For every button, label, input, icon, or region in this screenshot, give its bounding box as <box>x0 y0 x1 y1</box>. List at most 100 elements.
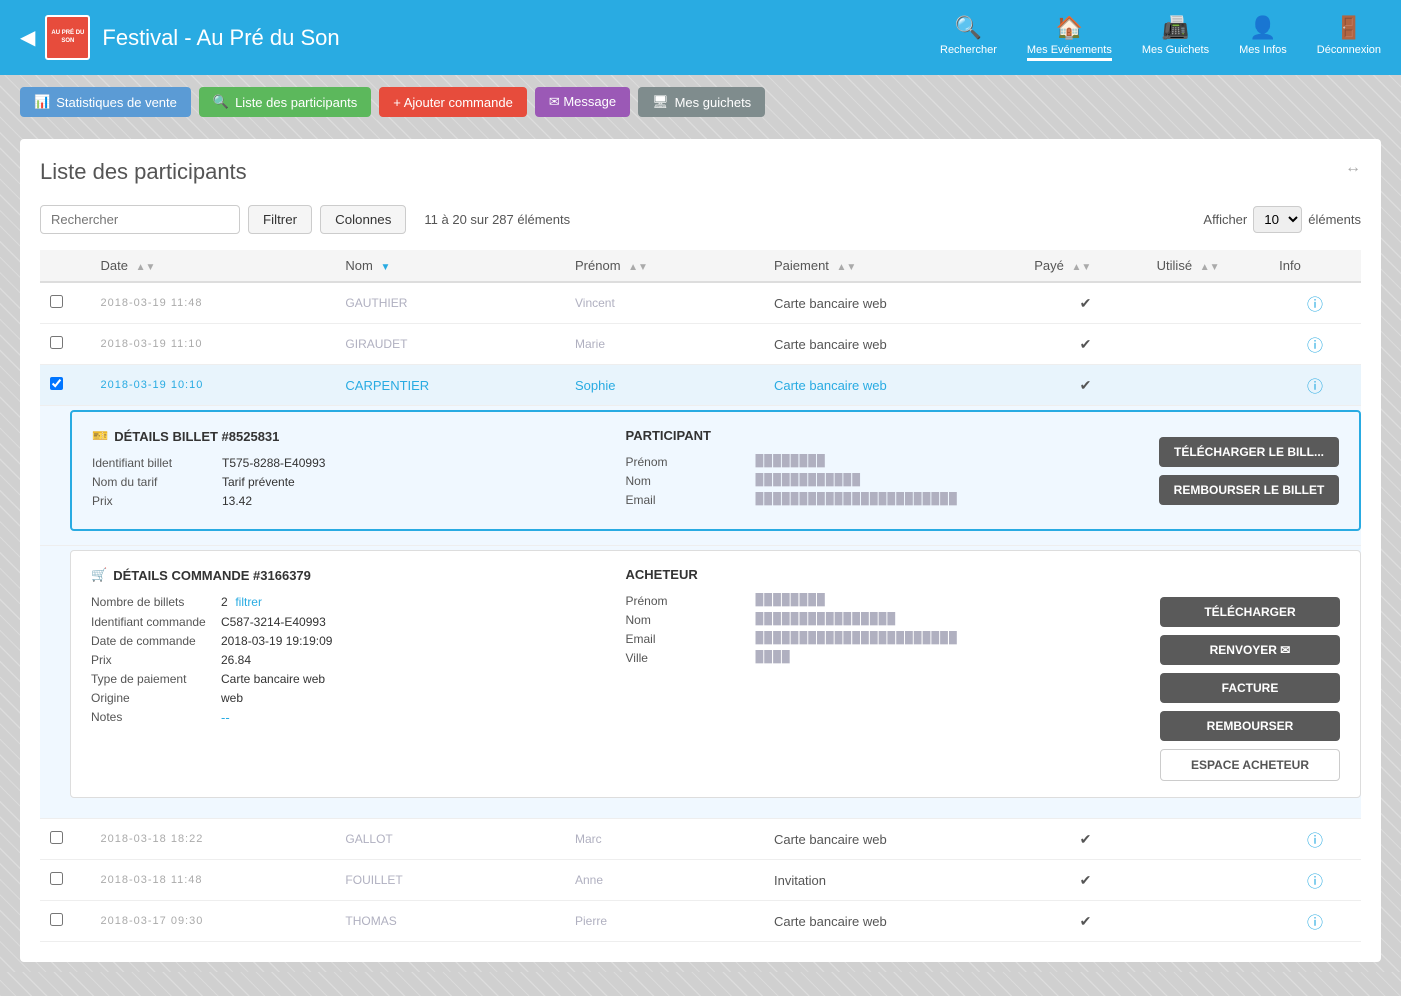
row-info[interactable]: ⓘ <box>1269 365 1361 406</box>
th-paiement[interactable]: Paiement ▲▼ <box>764 250 1024 282</box>
row-prenom: Vincent <box>565 282 764 324</box>
logout-icon: 🚪 <box>1335 15 1362 41</box>
collapse-icon[interactable]: ↔ <box>1345 159 1361 177</box>
mes-guichets-button[interactable]: 🖥 Mes guichets <box>638 87 765 117</box>
paiement-link[interactable]: Carte bancaire web <box>774 378 887 393</box>
participant-email: Email ███████████████████████ <box>626 493 1130 507</box>
check-icon: ✔ <box>1080 336 1092 352</box>
telecharger-billet-button[interactable]: TÉLÉCHARGER LE BILL... <box>1159 437 1339 467</box>
row-nom: CARPENTIER <box>335 365 565 406</box>
nav-rechercher[interactable]: 🔍 Rechercher <box>940 15 997 61</box>
row-info[interactable]: ⓘ <box>1269 860 1361 901</box>
row-nom: GALLOT <box>335 819 565 860</box>
commande-billets: Nombre de billets 2 filtrer <box>91 595 596 610</box>
telecharger-commande-button[interactable]: TÉLÉCHARGER <box>1160 597 1340 627</box>
row-nom: GIRAUDET <box>335 324 565 365</box>
commande-actions: TÉLÉCHARGER RENVOYER ✉ FACTURE REMBOURSE… <box>1160 567 1340 781</box>
billet-field-2: Nom du tarif Tarif prévente <box>92 475 596 489</box>
table-row: 2018-03-19 11:48 GAUTHIER Vincent Carte … <box>40 282 1361 324</box>
nav-mes-infos[interactable]: 👤 Mes Infos <box>1239 15 1287 61</box>
info-icon[interactable]: ⓘ <box>1307 833 1323 850</box>
sort-date-icon: ▲▼ <box>136 262 156 273</box>
stats-button[interactable]: 📊 Statistiques de vente <box>20 87 191 117</box>
commande-paiement: Type de paiement Carte bancaire web <box>91 672 596 686</box>
check-icon: ✔ <box>1080 913 1092 929</box>
nav-mes-guichets[interactable]: 📠 Mes Guichets <box>1142 15 1209 61</box>
participant-prenom: Prénom ████████ <box>626 455 1130 469</box>
filter-link[interactable]: filtrer <box>235 595 262 610</box>
row-utilise <box>1147 365 1269 406</box>
row-nom: THOMAS <box>335 901 565 942</box>
facture-button[interactable]: FACTURE <box>1160 673 1340 703</box>
rembourser-commande-button[interactable]: REMBOURSER <box>1160 711 1340 741</box>
pagination-info: 11 à 20 sur 287 éléments <box>424 212 570 227</box>
row-checkbox[interactable] <box>50 872 63 885</box>
row-utilise <box>1147 860 1269 901</box>
row-checkbox[interactable] <box>50 295 63 308</box>
toolbar: 📊 Statistiques de vente 🔍 Liste des part… <box>0 75 1401 129</box>
row-info[interactable]: ⓘ <box>1269 901 1361 942</box>
display-control: Afficher 10 25 50 éléments <box>1203 206 1361 233</box>
nav-mes-evenements[interactable]: 🏠 Mes Evénements <box>1027 15 1112 61</box>
row-info[interactable]: ⓘ <box>1269 819 1361 860</box>
info-icon[interactable]: ⓘ <box>1307 338 1323 355</box>
th-nom[interactable]: Nom ▼ <box>335 250 565 282</box>
search-input[interactable] <box>40 205 240 234</box>
table-row: 2018-03-18 11:48 FOUILLET Anne Invitatio… <box>40 860 1361 901</box>
check-icon: ✔ <box>1080 377 1092 393</box>
billet-title: 🎫 DÉTAILS BILLET #8525831 <box>92 428 596 444</box>
billet-details: 🎫 DÉTAILS BILLET #8525831 Identifiant bi… <box>92 428 596 513</box>
info-icon[interactable]: ⓘ <box>1307 874 1323 891</box>
acheteur-title: ACHETEUR <box>626 567 1131 582</box>
row-paiement: Carte bancaire web <box>764 901 1024 942</box>
sort-paiement-icon: ▲▼ <box>837 262 857 273</box>
nav-deconnexion[interactable]: 🚪 Déconnexion <box>1317 15 1381 61</box>
row-info[interactable]: ⓘ <box>1269 324 1361 365</box>
row-checkbox[interactable] <box>50 831 63 844</box>
participants-button[interactable]: 🔍 Liste des participants <box>199 87 371 117</box>
search-bar: Filtrer Colonnes 11 à 20 sur 287 élément… <box>40 205 1361 234</box>
row-checkbox[interactable] <box>50 377 63 390</box>
info-icon[interactable]: ⓘ <box>1307 915 1323 932</box>
renvoyer-button[interactable]: RENVOYER ✉ <box>1160 635 1340 665</box>
acheteur-email: Email ███████████████████████ <box>626 632 1131 646</box>
row-utilise <box>1147 324 1269 365</box>
back-button[interactable]: ◀ <box>20 25 35 50</box>
ajouter-commande-button[interactable]: + Ajouter commande <box>379 87 527 117</box>
detail-billet-row: 🎫 DÉTAILS BILLET #8525831 Identifiant bi… <box>40 406 1361 546</box>
header: ◀ AU PRÉ DU SON Festival - Au Pré du Son… <box>0 0 1401 75</box>
row-paye: ✔ <box>1024 324 1146 365</box>
columns-button[interactable]: Colonnes <box>320 205 406 234</box>
row-checkbox[interactable] <box>50 913 63 926</box>
rembourser-billet-button[interactable]: REMBOURSER LE BILLET <box>1159 475 1339 505</box>
notes-link[interactable]: -- <box>221 710 230 725</box>
th-date[interactable]: Date ▲▼ <box>91 250 336 282</box>
row-checkbox[interactable] <box>50 336 63 349</box>
th-prenom[interactable]: Prénom ▲▼ <box>565 250 764 282</box>
row-date: 2018-03-18 11:48 <box>91 860 336 901</box>
espace-acheteur-button[interactable]: ESPACE ACHETEUR <box>1160 749 1340 781</box>
th-paye[interactable]: Payé ▲▼ <box>1024 250 1146 282</box>
check-icon: ✔ <box>1080 872 1092 888</box>
home-icon: 🏠 <box>1056 15 1083 41</box>
display-select[interactable]: 10 25 50 <box>1253 206 1302 233</box>
row-paiement[interactable]: Carte bancaire web <box>764 365 1024 406</box>
logo: AU PRÉ DU SON <box>45 15 90 60</box>
sort-paye-icon: ▲▼ <box>1071 262 1091 273</box>
row-prenom: Marc <box>565 819 764 860</box>
table-row: 2018-03-19 10:10 CARPENTIER Sophie Carte… <box>40 365 1361 406</box>
info-icon[interactable]: ⓘ <box>1307 297 1323 314</box>
row-date: 2018-03-19 10:10 <box>91 365 336 406</box>
message-button[interactable]: ✉ Message <box>535 87 630 117</box>
row-paiement: Carte bancaire web <box>764 819 1024 860</box>
participant-title: PARTICIPANT <box>626 428 1130 443</box>
row-info[interactable]: ⓘ <box>1269 282 1361 324</box>
info-icon[interactable]: ⓘ <box>1307 379 1323 396</box>
th-utilise[interactable]: Utilisé ▲▼ <box>1147 250 1269 282</box>
th-checkbox <box>40 250 91 282</box>
check-icon: ✔ <box>1080 295 1092 311</box>
filter-button[interactable]: Filtrer <box>248 205 312 234</box>
main-content: Liste des participants ↔ Filtrer Colonne… <box>20 139 1381 962</box>
search-icon: 🔍 <box>955 15 982 41</box>
user-icon: 👤 <box>1249 15 1276 41</box>
